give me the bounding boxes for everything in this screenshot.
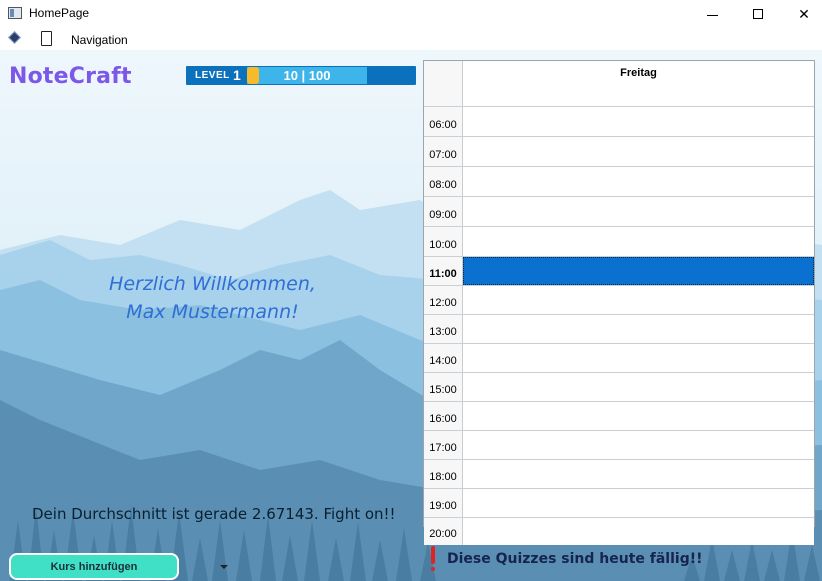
maximize-button[interactable] <box>735 0 781 28</box>
calendar-time-label: 17:00 <box>424 431 463 459</box>
calendar-time-label: 10:00 <box>424 227 463 256</box>
calendar-time-label: 12:00 <box>424 286 463 314</box>
quiz-due-text: Diese Quizzes sind heute fällig!! <box>447 551 703 567</box>
add-course-button[interactable]: Kurs hinzufügen <box>9 553 179 580</box>
welcome-message: Herzlich Willkommen, Max Mustermann! <box>60 270 365 326</box>
close-icon: ✕ <box>798 5 810 22</box>
calendar-header: Freitag <box>424 61 814 106</box>
welcome-line-2: Max Mustermann! <box>126 301 299 323</box>
calendar-time-label: 13:00 <box>424 315 463 343</box>
gem-icon[interactable] <box>8 31 21 44</box>
close-button[interactable]: ✕ <box>781 0 822 28</box>
calendar-time-label: 08:00 <box>424 167 463 196</box>
calendar-time-label: 09:00 <box>424 197 463 226</box>
calendar-cell[interactable] <box>463 373 814 401</box>
app-window-icon <box>8 7 22 19</box>
calendar-cell[interactable] <box>463 227 814 256</box>
calendar-time-label: 14:00 <box>424 344 463 372</box>
calendar-cell[interactable] <box>463 518 814 545</box>
xp-text: 10 | 100 <box>283 68 331 83</box>
window-title: HomePage <box>29 6 90 20</box>
calendar-slot-0700[interactable]: 07:00 <box>424 136 814 166</box>
calendar-slot-1500[interactable]: 15:00 <box>424 372 814 401</box>
calendar-time-label: 06:00 <box>424 107 463 136</box>
calendar-cell[interactable] <box>463 489 814 517</box>
calendar-time-label: 11:00 <box>424 257 463 285</box>
device-icon[interactable] <box>41 31 52 46</box>
calendar-cell[interactable] <box>463 257 814 285</box>
level-label: LEVEL <box>195 70 230 81</box>
minimize-icon <box>706 14 718 16</box>
calendar-slot-1800[interactable]: 18:00 <box>424 459 814 488</box>
calendar-cell[interactable] <box>463 286 814 314</box>
level-value: 1 <box>233 67 241 83</box>
calendar-slot-0900[interactable]: 09:00 <box>424 196 814 226</box>
average-text: Dein Durchschnitt ist gerade 2.67143. Fi… <box>32 505 396 523</box>
calendar-slot-1700[interactable]: 17:00 <box>424 430 814 459</box>
calendar-cell[interactable] <box>463 402 814 430</box>
calendar-time-label: 15:00 <box>424 373 463 401</box>
calendar-cell[interactable] <box>463 460 814 488</box>
calendar-time-label: 19:00 <box>424 489 463 517</box>
calendar-slot-1400[interactable]: 14:00 <box>424 343 814 372</box>
day-calendar: Freitag 06:00 07:00 08:00 09:00 10:00 11:00 12… <box>423 60 815 545</box>
calendar-cell[interactable] <box>463 107 814 136</box>
calendar-slot-2000[interactable]: 20:00 <box>424 517 814 545</box>
calendar-header-gutter <box>424 61 463 106</box>
menu-bar: Navigation <box>0 29 822 50</box>
calendar-time-label: 18:00 <box>424 460 463 488</box>
calendar-day-label: Freitag <box>620 67 657 79</box>
calendar-time-label: 16:00 <box>424 402 463 430</box>
calendar-slot-1900[interactable]: 19:00 <box>424 488 814 517</box>
calendar-cell[interactable] <box>463 197 814 226</box>
dropdown-caret-icon[interactable] <box>220 565 228 569</box>
calendar-slot-1300[interactable]: 13:00 <box>424 314 814 343</box>
calendar-slot-0800[interactable]: 08:00 <box>424 166 814 196</box>
main-area: NoteCraft LEVEL 1 10 | 100 Herzlich Will… <box>0 50 822 581</box>
welcome-line-1: Herzlich Willkommen, <box>109 273 316 295</box>
navigation-menu[interactable]: Navigation <box>71 33 128 47</box>
calendar-slot-1200[interactable]: 12:00 <box>424 285 814 314</box>
calendar-slot-1000[interactable]: 10:00 <box>424 226 814 256</box>
calendar-time-label: 07:00 <box>424 137 463 166</box>
calendar-slot-1600[interactable]: 16:00 <box>424 401 814 430</box>
calendar-cell[interactable] <box>463 137 814 166</box>
calendar-slot-1100[interactable]: 11:00 <box>424 256 814 285</box>
title-bar: HomePage ✕ <box>0 0 822 28</box>
calendar-time-label: 20:00 <box>424 518 463 545</box>
calendar-cell[interactable] <box>463 344 814 372</box>
calendar-slot-0600[interactable]: 06:00 <box>424 106 814 136</box>
exclamation-icon <box>429 546 437 574</box>
app-logo: NoteCraft <box>9 64 132 89</box>
xp-track: 10 | 100 <box>247 67 367 84</box>
maximize-icon <box>753 9 763 19</box>
minimize-button[interactable] <box>689 0 735 28</box>
calendar-cell[interactable] <box>463 431 814 459</box>
calendar-cell[interactable] <box>463 315 814 343</box>
calendar-cell[interactable] <box>463 167 814 196</box>
level-progress: LEVEL 1 10 | 100 <box>186 66 416 85</box>
